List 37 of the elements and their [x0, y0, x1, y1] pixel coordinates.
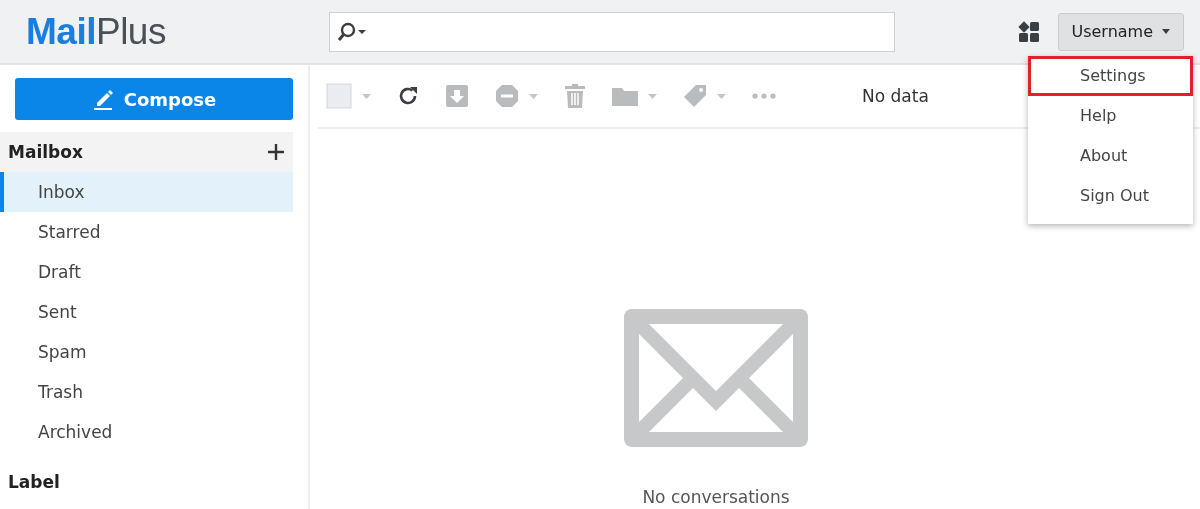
mailbox-item[interactable]: Spam: [0, 332, 293, 372]
caret-icon: [1161, 28, 1171, 35]
caret-icon: [648, 93, 657, 99]
caret-icon: [717, 93, 726, 99]
compose-button[interactable]: Compose: [15, 78, 293, 120]
status-text: No data: [862, 86, 929, 106]
add-icon[interactable]: [267, 143, 285, 161]
menu-item[interactable]: About: [1028, 136, 1193, 176]
tag-icon: [683, 84, 707, 108]
empty-message: No conversations: [642, 487, 790, 507]
user-menu-button[interactable]: Username: [1058, 12, 1184, 51]
block-icon: [495, 84, 519, 108]
trash-icon: [564, 84, 586, 108]
search-field[interactable]: [329, 11, 895, 52]
archive-icon: [445, 84, 469, 108]
caret-icon: [529, 93, 538, 99]
mailbox-item[interactable]: Draft: [0, 252, 293, 292]
menu-item[interactable]: Help: [1028, 96, 1193, 136]
caret-icon: [362, 93, 371, 99]
envelope-icon: [624, 309, 808, 447]
mailbox-item[interactable]: Starred: [0, 212, 293, 252]
menu-item[interactable]: Sign Out: [1028, 176, 1193, 216]
menu-item[interactable]: Settings: [1028, 56, 1193, 96]
checkbox-icon: [326, 83, 352, 109]
section-heading: Mailbox: [8, 142, 83, 162]
mailbox-item[interactable]: Inbox: [0, 172, 293, 212]
mailbox-item[interactable]: Trash: [0, 372, 293, 412]
refresh-tool[interactable]: [397, 85, 419, 107]
mailbox-item[interactable]: Archived: [0, 412, 293, 452]
section-heading: Label: [8, 472, 60, 492]
folder-icon: [612, 86, 638, 106]
refresh-icon: [397, 85, 419, 107]
app-logo: MailPlus: [26, 10, 167, 53]
more-icon: [752, 93, 776, 99]
apps-icon[interactable]: [1018, 20, 1041, 43]
mailbox-item[interactable]: Sent: [0, 292, 293, 332]
pencil-icon: [91, 88, 114, 110]
